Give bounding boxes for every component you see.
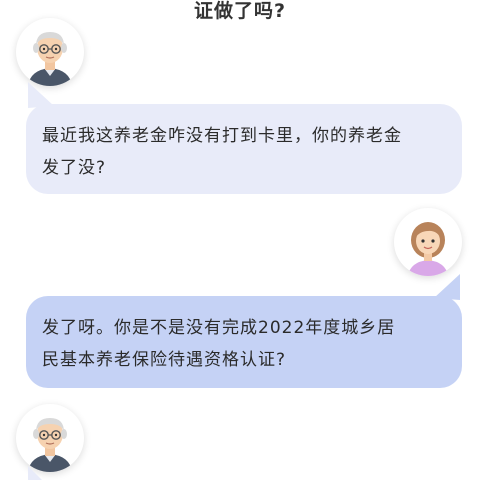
chat-screen: 证做了吗? 最近我这养老金咋没有打到卡里，你的养老金 发了没? 发了呀。你是不是… — [0, 0, 480, 480]
message-line: 发了没? — [42, 158, 107, 178]
elderly-man-avatar-icon — [16, 404, 84, 472]
bubble-tail — [434, 274, 460, 300]
bubble-tail — [28, 466, 42, 480]
message-bubble-sent[interactable]: 发了呀。你是不是没有完成2022年度城乡居 民基本养老保险待遇资格认证? — [26, 296, 462, 388]
woman-avatar-icon — [394, 208, 462, 276]
message-line: 民基本养老保险待遇资格认证? — [42, 350, 287, 370]
message-line: 最近我这养老金咋没有打到卡里，你的养老金 — [42, 126, 402, 146]
bubble-tail — [28, 82, 54, 108]
partial-title: 证做了吗? — [193, 0, 287, 22]
elderly-man-avatar-icon — [16, 18, 84, 86]
message-bubble-received[interactable]: 最近我这养老金咋没有打到卡里，你的养老金 发了没? — [26, 104, 462, 194]
message-line: 发了呀。你是不是没有完成2022年度城乡居 — [42, 318, 396, 338]
